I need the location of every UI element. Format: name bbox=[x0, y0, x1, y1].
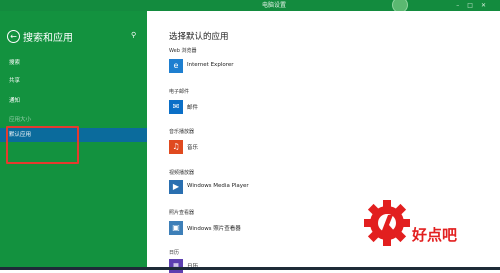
annotation-highlight-box bbox=[6, 126, 79, 164]
back-arrow-icon[interactable]: ← bbox=[7, 30, 20, 43]
section-label-music-player: 音乐播放器 bbox=[169, 129, 195, 135]
watermark-logo-icon bbox=[364, 200, 410, 246]
app-name: 邮件 bbox=[187, 105, 199, 111]
nav-item-notifications[interactable]: 通知 bbox=[0, 94, 147, 108]
media-player-icon: ▶ bbox=[169, 180, 183, 194]
app-name: Windows Media Player bbox=[187, 183, 249, 189]
watermark-text: 好点吧 bbox=[412, 226, 458, 244]
section-label-video-player: 视频播放器 bbox=[169, 170, 195, 176]
window-title: 电脑设置 bbox=[262, 2, 287, 9]
section-label-photo-viewer: 照片查看器 bbox=[169, 210, 195, 216]
search-icon[interactable]: ⚲ bbox=[131, 31, 136, 39]
photo-viewer-icon: ▣ bbox=[169, 221, 183, 235]
calendar-icon: ▦ bbox=[169, 259, 183, 273]
app-name: Windows 照片查看器 bbox=[187, 226, 241, 232]
nav-item-app-sizes[interactable]: 应用大小 bbox=[0, 113, 147, 127]
title-bar: 电脑设置 –□✕ bbox=[0, 0, 500, 13]
left-pane: ← 搜索和应用 ⚲ 搜索 共享 通知 应用大小 默认应用 bbox=[0, 11, 147, 267]
window-controls[interactable]: –□✕ bbox=[456, 0, 494, 11]
page-title: 选择默认的应用 bbox=[169, 32, 229, 42]
app-name: 音乐 bbox=[187, 145, 199, 151]
section-label-email: 电子邮件 bbox=[169, 89, 190, 95]
internet-explorer-icon: e bbox=[169, 59, 183, 73]
nav-item-search[interactable]: 搜索 bbox=[0, 56, 147, 70]
section-label-web-browser: Web 浏览器 bbox=[169, 48, 197, 54]
app-name: Internet Explorer bbox=[187, 62, 234, 68]
left-pane-title: 搜索和应用 bbox=[23, 33, 73, 44]
section-label-calendar: 日历 bbox=[169, 250, 180, 256]
mail-icon: ✉ bbox=[169, 100, 183, 114]
nav-item-share[interactable]: 共享 bbox=[0, 74, 147, 88]
music-icon: ♫ bbox=[169, 140, 183, 154]
